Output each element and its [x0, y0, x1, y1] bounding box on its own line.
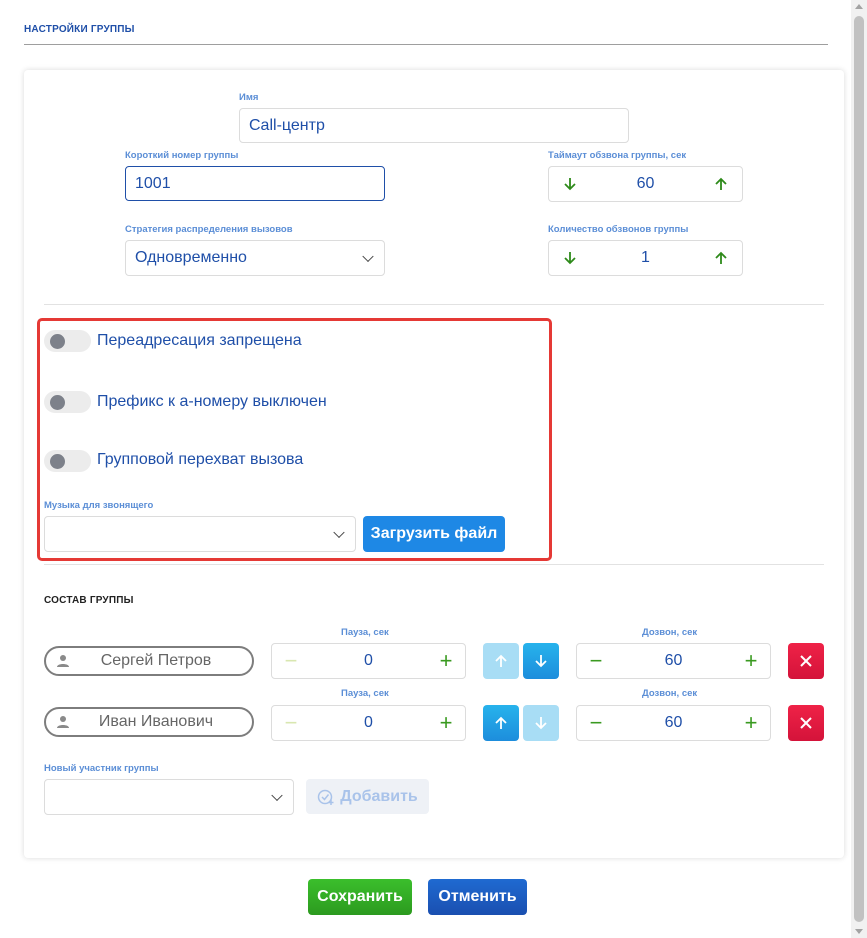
- plus-icon[interactable]: +: [439, 712, 453, 734]
- rounds-decrease-arrow-down-icon[interactable]: [561, 249, 579, 267]
- member-name: Иван Иванович: [98, 713, 214, 730]
- toggle-group-pickup-label: Групповой перехват вызова: [97, 451, 304, 468]
- dial-stepper: − 60 +: [576, 643, 771, 679]
- music-select[interactable]: [44, 516, 356, 552]
- member-chip[interactable]: Иван Иванович: [44, 707, 254, 737]
- move-down-button[interactable]: [523, 643, 559, 679]
- move-up-button[interactable]: [483, 643, 519, 679]
- save-button[interactable]: Сохранить: [308, 879, 412, 915]
- arrow-down-icon: [535, 717, 547, 730]
- short-number-label: Короткий номер группы: [125, 150, 239, 161]
- timeout-decrease-arrow-down-icon[interactable]: [561, 175, 579, 193]
- section-divider: [44, 564, 824, 565]
- strategy-select[interactable]: Одновременно: [125, 240, 385, 276]
- pause-value[interactable]: 0: [298, 652, 439, 670]
- dial-label: Дозвон, сек: [642, 688, 698, 699]
- arrow-up-icon: [495, 716, 507, 729]
- minus-icon[interactable]: −: [589, 712, 603, 734]
- group-settings-page: НАСТРОЙКИ ГРУППЫ Имя Call-центр Короткий…: [0, 0, 867, 938]
- name-input[interactable]: Call-центр: [239, 108, 629, 143]
- member-name: Сергей Петров: [100, 652, 212, 669]
- dial-stepper: − 60 +: [576, 705, 771, 741]
- minus-icon[interactable]: −: [284, 650, 298, 672]
- plus-icon[interactable]: +: [744, 712, 758, 734]
- pause-stepper: − 0 +: [271, 705, 466, 741]
- scroll-up-icon[interactable]: [855, 4, 863, 9]
- toggle-knob: [50, 454, 65, 469]
- close-icon: [800, 717, 812, 729]
- arrow-down-icon: [535, 655, 547, 668]
- rounds-value[interactable]: 1: [579, 249, 712, 267]
- scroll-down-icon[interactable]: [855, 929, 863, 934]
- toggle-forwarding[interactable]: [44, 330, 91, 352]
- minus-icon[interactable]: −: [284, 712, 298, 734]
- pause-label: Пауза, сек: [341, 688, 389, 699]
- scrollbar[interactable]: [851, 0, 867, 938]
- dial-value[interactable]: 60: [603, 714, 744, 732]
- timeout-label: Таймаут обзвона группы, сек: [548, 150, 687, 161]
- upload-file-button[interactable]: Загрузить файл: [363, 516, 505, 552]
- chevron-down-icon: [362, 250, 374, 263]
- plus-icon[interactable]: +: [744, 650, 758, 672]
- pause-stepper: − 0 +: [271, 643, 466, 679]
- header-divider: [24, 44, 828, 45]
- dial-label: Дозвон, сек: [642, 627, 698, 638]
- cancel-button[interactable]: Отменить: [428, 879, 527, 915]
- delete-member-button[interactable]: [788, 643, 824, 679]
- pause-label: Пауза, сек: [341, 627, 389, 638]
- add-member-label: Добавить: [340, 787, 418, 805]
- toggle-forwarding-label: Переадресация запрещена: [97, 332, 302, 349]
- person-icon: [56, 715, 70, 734]
- scrollbar-thumb[interactable]: [854, 16, 864, 922]
- page-title: НАСТРОЙКИ ГРУППЫ: [24, 24, 135, 35]
- check-add-icon: [318, 789, 334, 805]
- pause-value[interactable]: 0: [298, 714, 439, 732]
- move-down-button[interactable]: [523, 705, 559, 741]
- chevron-down-icon: [333, 526, 345, 539]
- timeout-stepper: 60: [548, 166, 743, 202]
- dial-value[interactable]: 60: [603, 652, 744, 670]
- timeout-increase-arrow-up-icon[interactable]: [712, 175, 730, 193]
- toggle-prefix[interactable]: [44, 391, 91, 413]
- arrow-up-icon: [495, 654, 507, 667]
- add-member-button[interactable]: Добавить: [306, 779, 429, 814]
- new-member-select[interactable]: [44, 779, 294, 815]
- minus-icon[interactable]: −: [589, 650, 603, 672]
- timeout-value[interactable]: 60: [579, 175, 712, 193]
- close-icon: [800, 655, 812, 667]
- name-label: Имя: [239, 92, 259, 103]
- chevron-down-icon: [271, 789, 283, 802]
- toggle-prefix-label: Префикс к а-номеру выключен: [97, 393, 327, 410]
- person-icon: [56, 654, 70, 673]
- plus-icon[interactable]: +: [439, 650, 453, 672]
- toggle-knob: [50, 395, 65, 410]
- strategy-value: Одновременно: [135, 249, 247, 266]
- move-up-button[interactable]: [483, 705, 519, 741]
- strategy-label: Стратегия распределения вызовов: [125, 224, 293, 235]
- delete-member-button[interactable]: [788, 705, 824, 741]
- music-label: Музыка для звонящего: [44, 500, 154, 511]
- section-divider: [44, 304, 824, 305]
- rounds-increase-arrow-up-icon[interactable]: [712, 249, 730, 267]
- short-number-input[interactable]: 1001: [125, 166, 385, 201]
- rounds-stepper: 1: [548, 240, 743, 276]
- rounds-label: Количество обзвонов группы: [548, 224, 689, 235]
- new-member-label: Новый участник группы: [44, 763, 159, 774]
- toggle-group-pickup[interactable]: [44, 450, 91, 472]
- member-chip[interactable]: Сергей Петров: [44, 646, 254, 676]
- members-section-title: СОСТАВ ГРУППЫ: [44, 595, 134, 606]
- toggle-knob: [50, 334, 65, 349]
